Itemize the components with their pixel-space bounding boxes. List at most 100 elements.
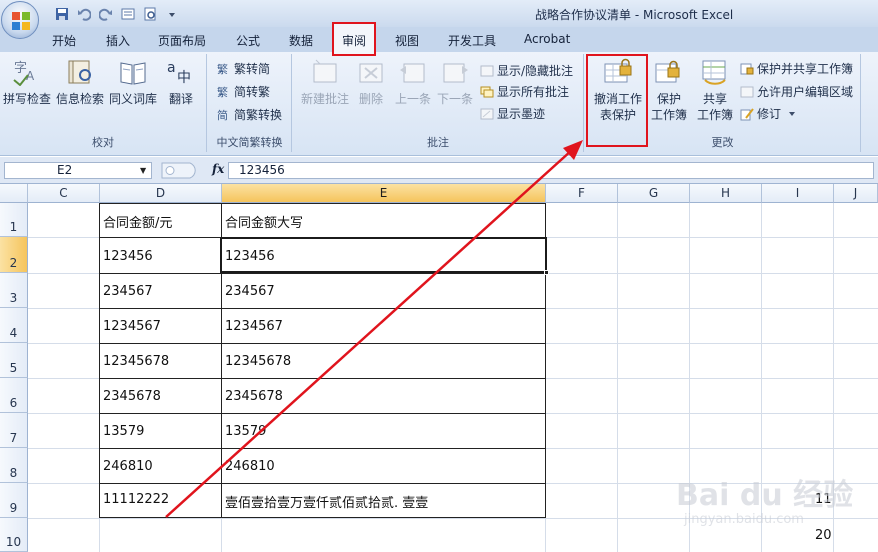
customize-qat-icon[interactable]	[164, 6, 180, 22]
column-header-h[interactable]: H	[690, 184, 762, 203]
group-label-comments: 批注	[427, 136, 449, 149]
next-comment-button[interactable]: 下一条	[435, 58, 475, 107]
svg-text:a: a	[167, 60, 176, 76]
tab-home[interactable]: 开始	[52, 32, 76, 49]
simplified-to-traditional-button[interactable]: 繁 简转繁	[216, 83, 271, 100]
baidu-watermark-logo: Bai du 经验 jingyan.baidu.com	[676, 470, 866, 540]
tab-acrobat[interactable]: Acrobat	[524, 32, 570, 46]
tab-review[interactable]: 审阅	[342, 32, 366, 49]
show-all-comments-icon	[479, 84, 494, 99]
ribbon: 字A 拼写检查 信息检索 同义词库 a中 翻译 校对 繁 繁转简 繁 简转繁 简…	[0, 52, 878, 156]
select-all-corner[interactable]	[0, 184, 28, 203]
new-comment-button[interactable]: 新建批注	[297, 58, 353, 107]
translate-icon: a中	[165, 58, 197, 86]
tab-developer[interactable]: 开发工具	[448, 32, 496, 49]
column-header-e[interactable]: E	[222, 184, 546, 203]
row-header-1[interactable]: 1	[0, 203, 28, 237]
save-icon[interactable]	[54, 6, 70, 22]
row-header-8[interactable]: 8	[0, 448, 28, 483]
protect-share-icon	[739, 61, 754, 76]
column-header-j[interactable]: J	[834, 184, 878, 203]
translate-button[interactable]: a中 翻译	[162, 58, 200, 107]
row-header-10[interactable]: 10	[0, 518, 28, 552]
column-header-g[interactable]: G	[618, 184, 690, 203]
show-all-comments-button[interactable]: 显示所有批注	[479, 83, 569, 100]
previous-comment-button[interactable]: 上一条	[393, 58, 433, 107]
cell-d2[interactable]: 123456	[103, 249, 153, 264]
form-icon[interactable]	[120, 6, 136, 22]
cell-e7[interactable]: 13579	[225, 424, 266, 439]
simplified-to-traditional-icon: 繁	[216, 84, 231, 99]
show-hide-comment-button[interactable]: 显示/隐藏批注	[479, 62, 573, 79]
tab-data[interactable]: 数据	[289, 32, 313, 49]
research-button[interactable]: 信息检索	[55, 58, 105, 107]
cell-d1[interactable]: 合同金额/元	[103, 212, 172, 231]
column-header-c[interactable]: C	[28, 184, 100, 203]
group-chinese-conversion: 繁 繁转简 繁 简转繁 简 简繁转换 中文简繁转换	[208, 54, 292, 152]
formula-input[interactable]: 123456	[228, 162, 874, 179]
active-cell-selection[interactable]	[220, 237, 549, 275]
traditional-to-simplified-button[interactable]: 繁 繁转简	[216, 60, 271, 77]
title-bar: 战略合作协议清单 - Microsoft Excel	[0, 0, 878, 27]
cell-e8[interactable]: 246810	[225, 459, 275, 474]
cell-e6[interactable]: 2345678	[225, 389, 283, 404]
cell-d3[interactable]: 234567	[103, 284, 153, 299]
svg-text:简: 简	[217, 108, 228, 122]
allow-users-edit-ranges-button[interactable]: 允许用户编辑区域	[739, 83, 853, 100]
cell-d7[interactable]: 13579	[103, 424, 144, 439]
row-header-4[interactable]: 4	[0, 308, 28, 343]
column-header-f[interactable]: F	[546, 184, 618, 203]
redo-icon[interactable]	[98, 6, 114, 22]
row-header-9[interactable]: 9	[0, 483, 28, 518]
cell-d8[interactable]: 246810	[103, 459, 153, 474]
spell-check-button[interactable]: 字A 拼写检查	[2, 58, 52, 107]
column-header-i[interactable]: I	[762, 184, 834, 203]
protect-workbook-button[interactable]: 保护 工作簿	[647, 58, 691, 123]
cell-d4[interactable]: 1234567	[103, 319, 161, 334]
row-header-5[interactable]: 5	[0, 343, 28, 378]
group-label-chinese-conversion: 中文简繁转换	[216, 136, 283, 149]
print-preview-icon[interactable]	[142, 6, 158, 22]
cell-e1[interactable]: 合同金额大写	[225, 212, 303, 231]
track-changes-icon	[739, 106, 754, 121]
protect-and-share-workbook-button[interactable]: 保护并共享工作簿	[739, 60, 853, 77]
fill-handle[interactable]	[544, 270, 549, 275]
row-header-6[interactable]: 6	[0, 378, 28, 413]
share-workbook-button[interactable]: 共享 工作簿	[693, 58, 737, 123]
fx-button[interactable]: fx	[212, 162, 224, 176]
cell-e9[interactable]: 壹佰壹拾壹万壹仟贰佰贰拾贰. 壹壹	[225, 492, 428, 511]
cell-d5[interactable]: 12345678	[103, 354, 169, 369]
tab-view[interactable]: 视图	[395, 32, 419, 49]
chinese-conversion-button[interactable]: 简 简繁转换	[216, 106, 283, 123]
name-box-dropdown-icon[interactable]: ▼	[140, 166, 146, 175]
previous-comment-icon	[397, 58, 429, 86]
cell-e4[interactable]: 1234567	[225, 319, 283, 334]
chinese-conversion-icon: 简	[216, 107, 231, 122]
unprotect-highlight	[586, 54, 648, 147]
office-button[interactable]	[1, 1, 39, 39]
track-changes-button[interactable]: 修订	[739, 105, 799, 122]
row-header-2[interactable]: 2	[0, 237, 28, 273]
tab-insert[interactable]: 插入	[106, 32, 130, 49]
tab-formulas[interactable]: 公式	[236, 32, 260, 49]
undo-icon[interactable]	[76, 6, 92, 22]
allow-edit-ranges-icon	[739, 84, 754, 99]
cell-e5[interactable]: 12345678	[225, 354, 291, 369]
row-header-7[interactable]: 7	[0, 413, 28, 448]
cell-d6[interactable]: 2345678	[103, 389, 161, 404]
show-ink-button[interactable]: 显示墨迹	[479, 105, 545, 122]
svg-text:繁: 繁	[217, 85, 228, 99]
new-comment-icon	[309, 58, 341, 86]
quick-access-toolbar	[42, 4, 180, 23]
column-header-d[interactable]: D	[100, 184, 222, 203]
delete-comment-icon	[355, 58, 387, 86]
name-box[interactable]: E2	[4, 162, 152, 179]
tab-page-layout[interactable]: 页面布局	[158, 32, 206, 49]
cell-e3[interactable]: 234567	[225, 284, 275, 299]
cell-d9[interactable]: 11112222	[103, 492, 169, 507]
row-header-3[interactable]: 3	[0, 273, 28, 308]
thesaurus-icon	[117, 58, 149, 86]
delete-comment-button[interactable]: 删除	[355, 58, 387, 107]
ribbon-tabs: 开始 插入 页面布局 公式 数据 审阅 视图 开发工具 Acrobat	[0, 27, 878, 52]
thesaurus-button[interactable]: 同义词库	[107, 58, 159, 107]
